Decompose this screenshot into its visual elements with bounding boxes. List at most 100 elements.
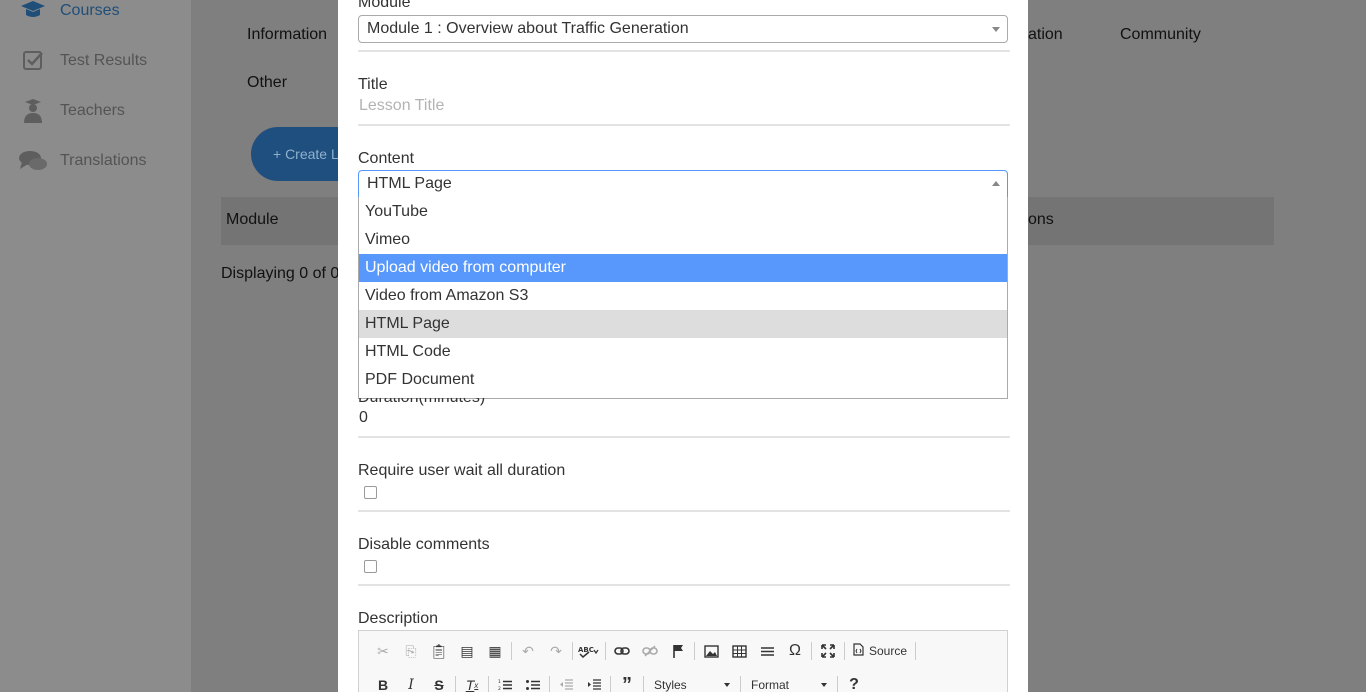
tab-information[interactable]: Information [247,26,327,44]
module-select-value: Module 1 : Overview about Traffic Genera… [367,20,689,37]
paste-word-icon[interactable]: ▦ [481,639,509,663]
sidebar-item-label: Test Results [60,52,148,69]
content-select-value: HTML Page [367,175,452,192]
sidebar: Courses Test Results Teachers Translatio… [0,0,191,692]
bold-icon[interactable]: B [369,673,397,692]
source-icon [853,643,864,659]
maximize-icon[interactable] [814,639,842,663]
horizontal-line-icon[interactable] [753,639,781,663]
numbered-list-icon[interactable]: 12 [491,673,519,692]
disable-comments-checkbox[interactable] [364,560,377,573]
module-label: Module [358,0,411,11]
undo-icon[interactable]: ↶ [514,639,542,663]
divider [358,436,1010,438]
toolbar-separator [605,642,606,660]
toolbar-separator [511,642,512,660]
option-upload-video[interactable]: Upload video from computer [359,254,1007,282]
table-icon[interactable] [725,639,753,663]
spellcheck-icon[interactable]: ABC [575,639,603,663]
blockquote-icon[interactable]: ” [613,673,641,692]
strikethrough-icon[interactable]: S [425,673,453,692]
lesson-modal: Module Module 1 : Overview about Traffic… [338,0,1028,692]
graduation-cap-icon [18,0,48,26]
source-button[interactable]: Source [847,643,913,659]
special-char-icon[interactable]: Ω [781,639,809,663]
content-dropdown: YouTube Vimeo Upload video from computer… [358,197,1008,399]
disable-comments-label: Disable comments [358,536,490,553]
content-select[interactable]: HTML Page [358,170,1008,198]
bulleted-list-icon[interactable] [519,673,547,692]
option-amazon-s3[interactable]: Video from Amazon S3 [359,282,1007,310]
link-icon[interactable] [608,639,636,663]
option-pdf-document[interactable]: PDF Document [359,366,1007,394]
require-wait-label: Require user wait all duration [358,462,566,479]
chevron-up-icon [992,181,1000,186]
tab-partial[interactable]: ation [1028,26,1063,44]
toolbar-separator [811,642,812,660]
svg-text:1: 1 [498,679,501,685]
toolbar-separator [837,676,838,692]
sidebar-item-label: Teachers [60,102,125,119]
paste-text-icon[interactable]: ▤ [453,639,481,663]
toolbar-separator [610,676,611,692]
italic-icon[interactable]: I [397,673,425,692]
option-html-code[interactable]: HTML Code [359,338,1007,366]
teacher-icon [18,96,48,126]
sidebar-item-label: Translations [60,152,147,169]
title-input[interactable]: Lesson Title [359,97,444,115]
help-icon[interactable]: ? [840,673,868,692]
tab-community[interactable]: Community [1120,26,1201,44]
description-editor[interactable]: ✂ ⎘ 📋︎ ▤ ▦ ↶ ↷ ABC Ω Source B I S T x 1 … [358,630,1008,692]
toolbar-separator [488,676,489,692]
toolbar-separator [643,676,644,692]
toolbar-separator [549,676,550,692]
unlink-icon[interactable] [636,639,664,663]
anchor-flag-icon[interactable] [664,639,692,663]
sidebar-item-label: Courses [60,2,120,19]
divider [358,584,1010,586]
toolbar-separator [455,676,456,692]
format-label: Format [751,678,790,692]
checkbox-icon [18,46,48,76]
require-wait-checkbox[interactable] [364,486,377,499]
image-icon[interactable] [697,639,725,663]
toolbar-separator [915,642,917,660]
styles-label: Styles [654,678,687,692]
column-header-actions: ons [1028,211,1054,228]
source-label: Source [869,644,908,658]
copy-icon[interactable]: ⎘ [397,639,425,663]
format-dropdown[interactable]: Format [745,674,833,692]
column-header-module: Module [226,211,279,228]
editor-toolbar-row-1: ✂ ⎘ 📋︎ ▤ ▦ ↶ ↷ ABC Ω Source [369,638,918,664]
svg-text:ABC: ABC [578,646,594,654]
toolbar-separator [694,642,695,660]
sidebar-item-test-results[interactable]: Test Results [18,46,147,76]
toolbar-separator [740,676,741,692]
option-youtube[interactable]: YouTube [359,198,1007,226]
option-vimeo[interactable]: Vimeo [359,226,1007,254]
caret-down-icon [821,683,827,687]
option-html-page[interactable]: HTML Page [359,310,1007,338]
title-label: Title [358,76,388,93]
styles-dropdown[interactable]: Styles [648,674,736,692]
chevron-down-icon [992,27,1000,32]
tab-other[interactable]: Other [247,74,287,92]
cut-icon[interactable]: ✂ [369,639,397,663]
svg-text:2: 2 [498,686,501,691]
toolbar-separator [572,642,573,660]
sidebar-item-teachers[interactable]: Teachers [18,96,125,126]
sidebar-item-courses[interactable]: Courses [18,0,120,26]
outdent-icon[interactable] [552,673,580,692]
redo-icon[interactable]: ↷ [542,639,570,663]
divider [358,124,1010,126]
toolbar-separator [844,642,845,660]
indent-icon[interactable] [580,673,608,692]
description-label: Description [358,610,439,627]
remove-format-icon[interactable]: Tx [458,673,486,692]
duration-input[interactable]: 0 [359,409,368,427]
paste-icon[interactable]: 📋︎ [425,639,453,663]
sidebar-item-translations[interactable]: Translations [18,146,147,176]
module-select[interactable]: Module 1 : Overview about Traffic Genera… [358,15,1008,43]
displaying-count: Displaying 0 of 0 [221,265,340,282]
editor-toolbar-row-2: B I S Tx 12 ” Styles Format ? [369,672,868,692]
